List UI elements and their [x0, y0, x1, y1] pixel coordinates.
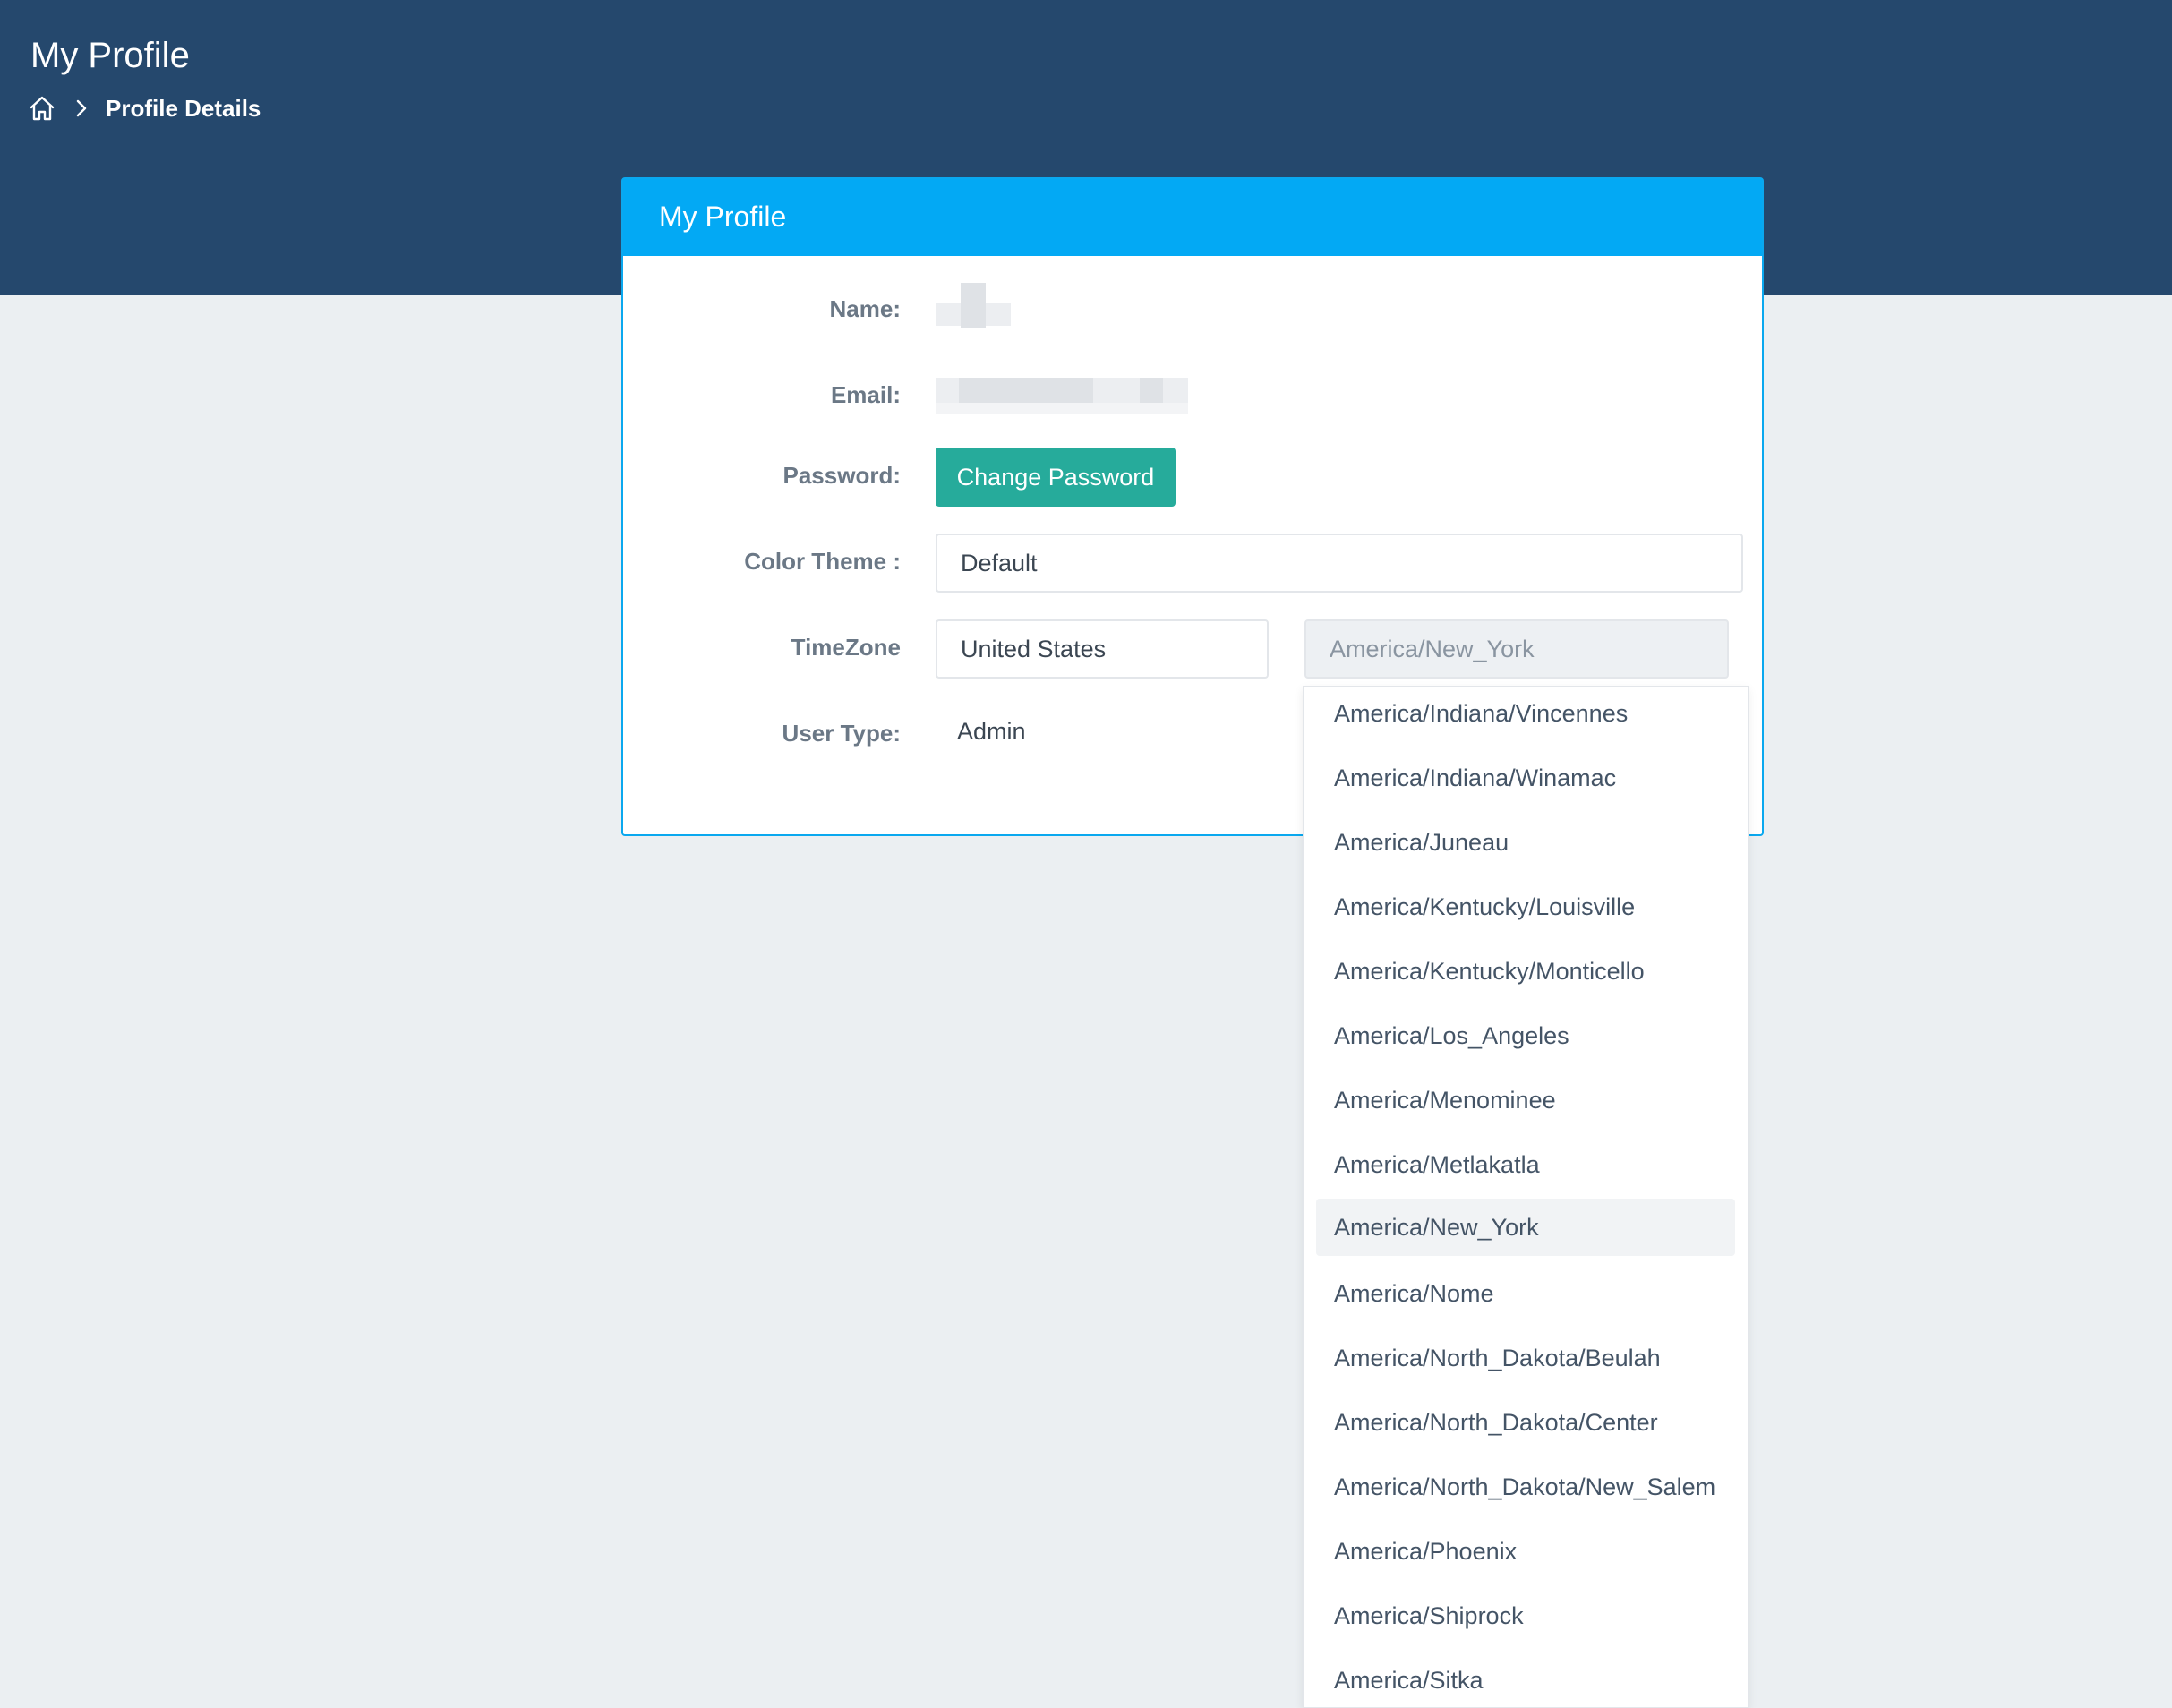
password-label: Password: [782, 462, 902, 489]
dropdown-option[interactable]: America/Kentucky/Louisville [1316, 878, 1735, 935]
card-header: My Profile [623, 179, 1762, 256]
dropdown-option[interactable]: America/Menominee [1316, 1072, 1735, 1129]
dropdown-option[interactable]: America/Indiana/Winamac [1316, 749, 1735, 807]
color-theme-select[interactable]: Default [936, 534, 1743, 593]
dropdown-option[interactable]: America/Los_Angeles [1316, 1007, 1735, 1064]
dropdown-option[interactable]: America/Metlakatla [1316, 1136, 1735, 1193]
home-icon[interactable] [29, 94, 56, 123]
page-title: My Profile [30, 36, 190, 75]
dropdown-option[interactable]: America/Indiana/Vincennes [1316, 687, 1735, 742]
email-label: Email: [830, 381, 901, 408]
dropdown-option[interactable]: America/North_Dakota/Center [1316, 1394, 1735, 1451]
change-password-button[interactable]: Change Password [936, 448, 1176, 507]
timezone-zone-select[interactable]: America/New_York [1304, 619, 1729, 679]
timezone-country-select[interactable]: United States [936, 619, 1269, 679]
dropdown-option[interactable]: America/North_Dakota/Beulah [1316, 1329, 1735, 1387]
user-type-value: Admin [957, 718, 1026, 745]
dropdown-option[interactable]: America/Shiprock [1316, 1587, 1735, 1644]
name-label: Name: [829, 295, 901, 322]
dropdown-option[interactable]: America/Juneau [1316, 814, 1735, 871]
dropdown-option[interactable]: America/Nome [1316, 1265, 1735, 1322]
dropdown-option[interactable]: America/Sitka [1316, 1652, 1735, 1707]
dropdown-option-selected[interactable]: America/New_York [1316, 1199, 1735, 1256]
timezone-country-value: United States [961, 635, 1107, 662]
color-theme-value: Default [961, 549, 1038, 576]
user-type-label: User Type: [782, 720, 901, 747]
timezone-zone-value: America/New_York [1330, 635, 1535, 662]
timezone-label: TimeZone [791, 634, 901, 661]
timezone-dropdown-menu[interactable]: America/Indiana/Vincennes America/Indian… [1303, 686, 1749, 1708]
dropdown-option[interactable]: America/Kentucky/Monticello [1316, 943, 1735, 1000]
dropdown-option[interactable]: America/Phoenix [1316, 1523, 1735, 1580]
breadcrumb-current: Profile Details [106, 94, 261, 122]
chevron-right-icon [73, 98, 90, 119]
breadcrumb: Profile Details [29, 92, 261, 124]
color-theme-label: Color Theme : [744, 548, 901, 575]
dropdown-option[interactable]: America/North_Dakota/New_Salem [1316, 1458, 1735, 1516]
card-title: My Profile [659, 201, 787, 233]
